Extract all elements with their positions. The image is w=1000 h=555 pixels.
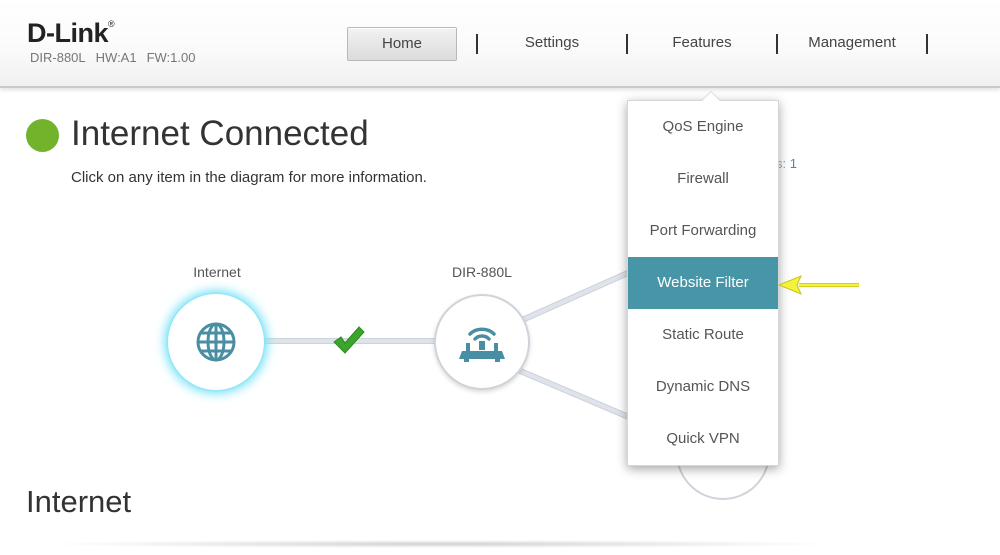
router-icon	[459, 327, 505, 362]
internet-node[interactable]	[168, 294, 264, 390]
nav-divider	[626, 34, 628, 54]
dlink-logo: D-Link®	[27, 18, 115, 48]
globe-icon	[196, 322, 236, 362]
menu-item-port-forwarding[interactable]: Port Forwarding	[628, 205, 778, 257]
internet-node-label: Internet	[193, 264, 241, 280]
menu-item-quick-vpn[interactable]: Quick VPN	[628, 413, 778, 465]
page-subtitle: Click on any item in the diagram for mor…	[71, 169, 427, 186]
page-title: Internet Connected	[71, 114, 369, 153]
nav-divider	[776, 34, 778, 54]
menu-item-firewall[interactable]: Firewall	[628, 153, 778, 205]
menu-item-static-route[interactable]: Static Route	[628, 309, 778, 361]
top-header: D-Link® DIR-880L HW:A1 FW:1.00 Home Sett…	[0, 0, 1000, 88]
dropdown-caret-icon	[702, 92, 720, 101]
section-divider	[40, 540, 840, 548]
internet-section-title: Internet	[26, 484, 132, 519]
connected-clients-count[interactable]: 1	[790, 156, 797, 171]
nav-features-tab[interactable]: Features	[647, 27, 757, 59]
nav-settings-tab[interactable]: Settings	[497, 27, 607, 59]
router-node[interactable]	[434, 294, 530, 390]
connection-status-indicator	[26, 119, 59, 152]
features-dropdown-menu: QoS Engine Firewall Port Forwarding Webs…	[627, 100, 779, 466]
router-node-label: DIR-880L	[452, 264, 512, 280]
nav-management-tab[interactable]: Management	[796, 27, 908, 59]
menu-item-website-filter[interactable]: Website Filter	[628, 257, 778, 309]
connection-ok-checkmark-icon	[331, 325, 365, 360]
nav-home-tab[interactable]: Home	[347, 27, 457, 61]
router-clients-link	[516, 367, 635, 422]
annotation-arrow-icon	[777, 273, 863, 302]
device-info: DIR-880L HW:A1 FW:1.00	[30, 50, 195, 65]
connected-clients-label[interactable]: s: 1	[776, 156, 797, 171]
nav-divider	[926, 34, 928, 54]
nav-divider	[476, 34, 478, 54]
menu-item-dynamic-dns[interactable]: Dynamic DNS	[628, 361, 778, 413]
hardware-version: HW:A1	[95, 50, 137, 65]
menu-item-qos-engine[interactable]: QoS Engine	[628, 101, 778, 153]
firmware-version: FW:1.00	[146, 50, 196, 65]
model-name: DIR-880L	[30, 50, 86, 65]
